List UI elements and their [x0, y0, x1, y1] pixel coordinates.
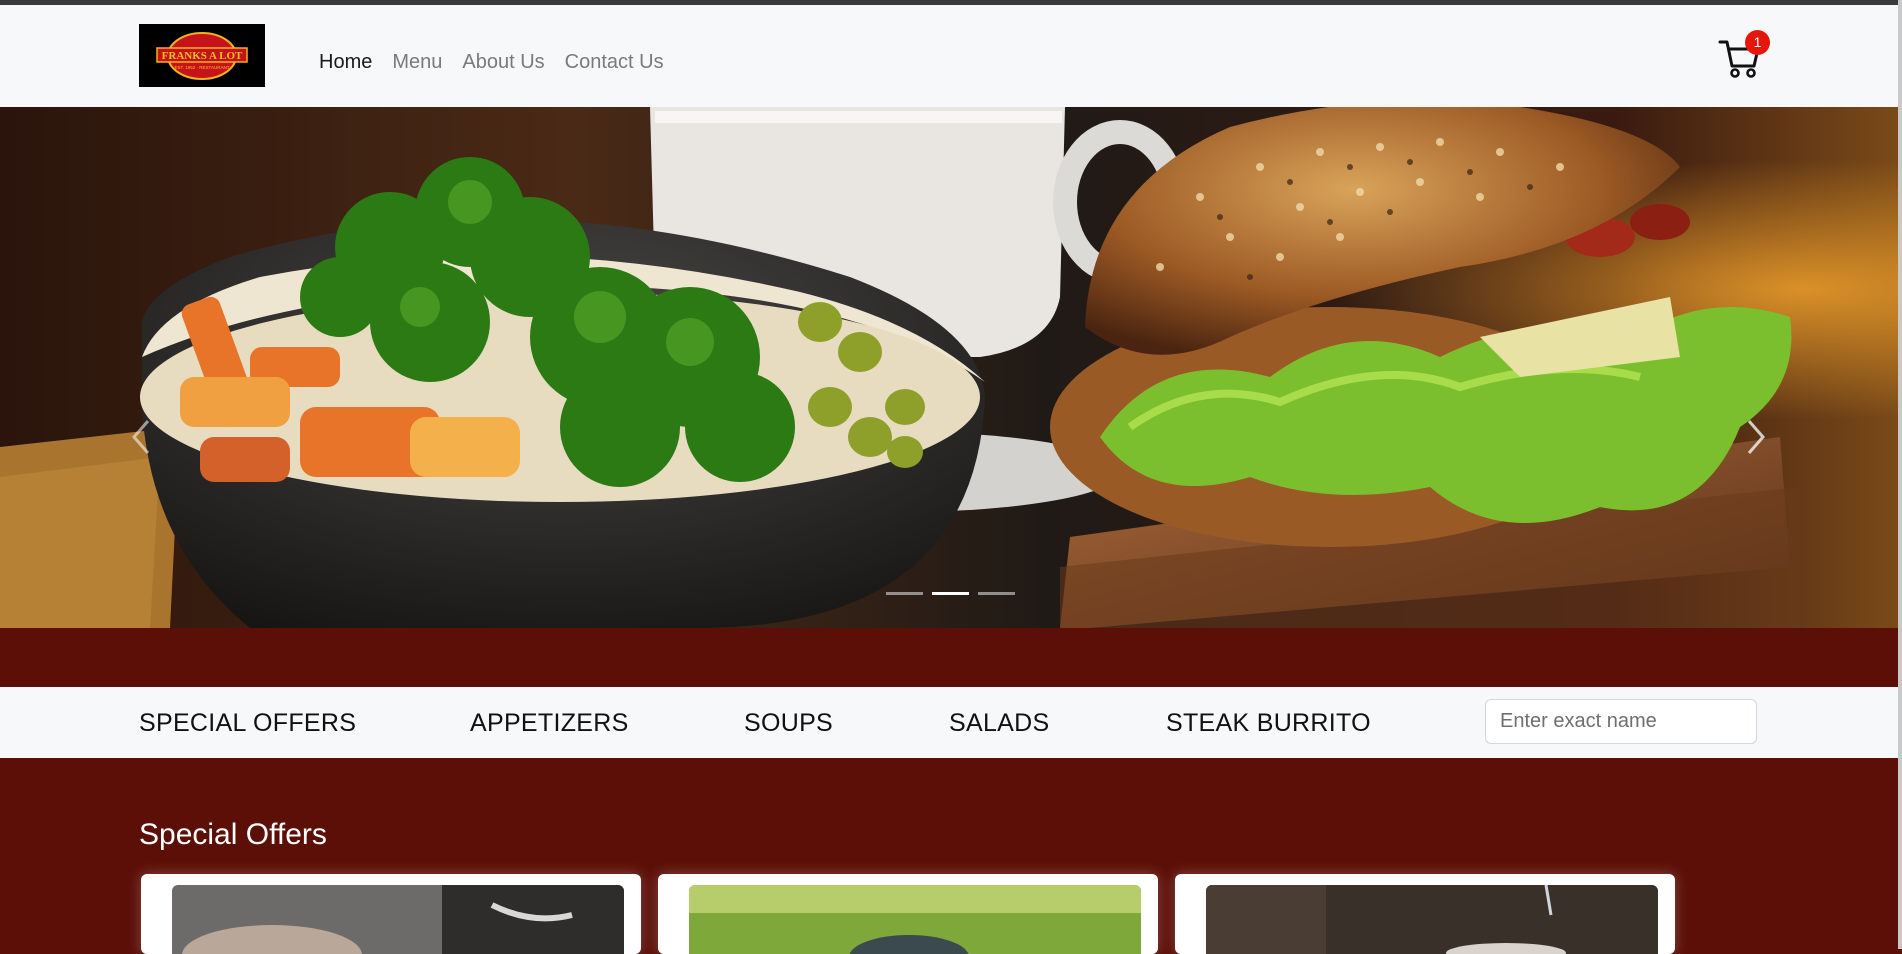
chevron-right-icon [1747, 420, 1765, 454]
category-appetizers[interactable]: APPETIZERS [470, 709, 629, 738]
main-nav: Home Menu About Us Contact Us [319, 51, 664, 74]
offer-card-1-image [172, 885, 624, 954]
offer-card-2-image [689, 885, 1141, 954]
hero-carousel [0, 107, 1898, 628]
category-steak-burrito[interactable]: STEAK BURRITO [1166, 709, 1371, 738]
logo-emblem-icon: FRANKS A LOT EST. 1952 · RESTAURANT [139, 24, 265, 87]
menu-search-input[interactable] [1485, 699, 1757, 744]
carousel-next-button[interactable] [1741, 407, 1771, 467]
category-salads[interactable]: SALADS [949, 709, 1049, 738]
offer-card-3[interactable] [1175, 874, 1675, 954]
category-bar: SPECIAL OFFERS APPETIZERS SOUPS SALADS S… [0, 687, 1898, 758]
carousel-indicator-1[interactable] [886, 592, 923, 595]
carousel-indicator-2[interactable] [932, 592, 969, 595]
category-soups[interactable]: SOUPS [744, 709, 833, 738]
offer-card-2[interactable] [658, 874, 1158, 954]
special-offers-heading: Special Offers [139, 818, 327, 851]
category-special-offers[interactable]: SPECIAL OFFERS [139, 709, 356, 738]
cart-count-badge: 1 [1745, 30, 1770, 55]
hero-food-image [0, 107, 1898, 628]
chevron-left-icon [132, 420, 150, 454]
nav-about-link[interactable]: About Us [462, 51, 544, 74]
top-navbar: FRANKS A LOT EST. 1952 · RESTAURANT Home… [0, 5, 1898, 107]
window-scrollbar[interactable] [1898, 0, 1902, 949]
nav-home-link[interactable]: Home [319, 51, 372, 74]
brand-logo[interactable]: FRANKS A LOT EST. 1952 · RESTAURANT [139, 24, 265, 87]
maroon-band [0, 628, 1898, 687]
offer-card-3-image [1206, 885, 1658, 954]
cart-button[interactable]: 1 [1718, 30, 1776, 80]
svg-text:FRANKS A LOT: FRANKS A LOT [162, 50, 243, 62]
carousel-prev-button[interactable] [126, 407, 156, 467]
carousel-indicator-3[interactable] [978, 592, 1015, 595]
nav-menu-link[interactable]: Menu [392, 51, 442, 74]
carousel-indicators [886, 592, 1015, 595]
svg-text:EST. 1952 · RESTAURANT: EST. 1952 · RESTAURANT [175, 65, 230, 70]
offer-card-1[interactable] [141, 874, 641, 954]
nav-contact-link[interactable]: Contact Us [565, 51, 664, 74]
